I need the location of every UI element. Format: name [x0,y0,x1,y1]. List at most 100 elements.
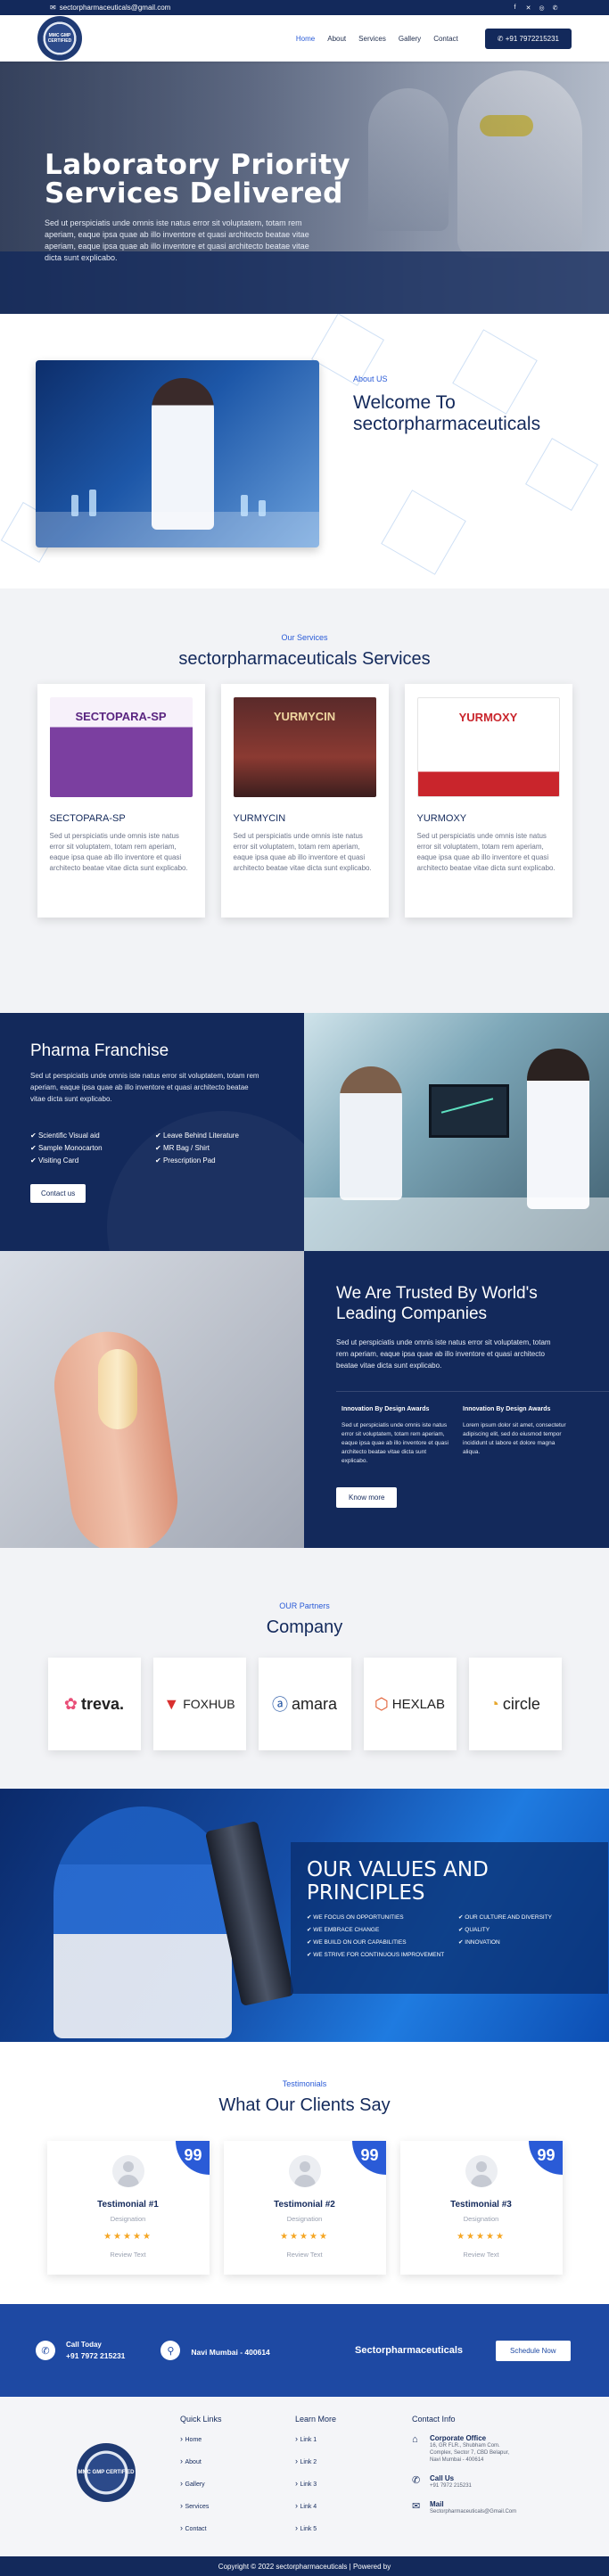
whatsapp-icon[interactable]: ✆ [551,4,559,12]
schedule-now-button[interactable]: Schedule Now [496,2340,571,2361]
value-item: OUR CULTURE AND DIVERSITY [458,1913,592,1921]
copyright-bar: Copyright © 2022 sectorpharmaceuticals |… [0,2556,609,2576]
footer-link-5[interactable]: Link 5 [295,2523,336,2532]
topbar: ✉ sectorpharmaceuticals@gmail.com f ✕ ◎ … [0,0,609,15]
footer-call-title: Call Us [430,2474,455,2482]
site-logo[interactable]: MMC GMP CERTIFIED [37,16,82,61]
value-item: WE BUILD ON OUR CAPABILITIES [307,1938,458,1946]
footer-link-3[interactable]: Link 3 [295,2479,336,2488]
award-title: Innovation By Design Awards [463,1406,551,1412]
home-icon: ⌂ [412,2434,418,2445]
values-panel: OUR VALUES AND PRINCIPLES WE FOCUS ON OP… [291,1842,608,1994]
trusted-text: Sed ut perspiciatis unde omnis iste natu… [336,1338,551,1370]
partner-logo-circle[interactable]: ◔ circle [468,1658,562,1750]
nav-services[interactable]: Services [358,35,386,43]
service-image: SECTOPARA-SP [49,697,193,797]
nav-contact[interactable]: Contact [433,35,458,43]
footer-link-home[interactable]: Home [180,2434,222,2443]
footer-quick-links-title: Quick Links [180,2415,222,2424]
partners-label: OUR Partners [279,1601,330,1610]
service-title: SECTOPARA-SP [49,813,126,824]
hero-title-line1: Laboratory Priority [45,149,351,181]
service-card[interactable]: YURMYCIN YURMYCIN Sed ut perspiciatis un… [220,684,389,918]
footer-call-text: +91 7972 215231 [430,2483,472,2489]
footer-mail[interactable]: ✉ Mail Sectorpharmaceuticals@Gmail.Com [412,2500,519,2515]
franchise-content: Pharma Franchise Sed ut perspiciatis und… [0,1013,304,1251]
topbar-email[interactable]: ✉ sectorpharmaceuticals@gmail.com [50,4,170,12]
nav-about[interactable]: About [327,35,346,43]
footer-logo[interactable]: MMC GMP CERTIFIED [77,2443,136,2502]
testimonial-card: 99 Testimonial #2 Designation ★★★★★ Revi… [223,2141,386,2275]
footer-link-4[interactable]: Link 4 [295,2501,336,2510]
service-image-brand: SECTOPARA-SP [75,710,167,723]
franchise-title: Pharma Franchise [30,1041,169,1060]
service-card[interactable]: YURMOXY YURMOXY Sed ut perspiciatis unde… [404,684,572,918]
partner-logo-amara[interactable]: ⓐ amara [258,1658,351,1750]
hexagon-icon: ⬡ [374,1694,389,1713]
footer-office-text: 16, GR FLR., Shubham Com. Complex, Secto… [430,2443,510,2463]
flask-icon [259,500,266,516]
footer-link-contact[interactable]: Contact [180,2523,222,2532]
footer-link-services[interactable]: Services [180,2501,222,2510]
testimonials-label: Testimonials [282,2079,327,2088]
partner-logo-hexlab[interactable]: ⬡ HEXLAB [363,1658,457,1750]
quote-icon: 99 [175,2141,210,2175]
partners-title: Company [266,1617,343,1637]
footer-link-about[interactable]: About [180,2457,222,2465]
franchise-image-desk [304,1197,609,1251]
franchise-image-scientist [340,1066,402,1200]
testimonial-card: 99 Testimonial #1 Designation ★★★★★ Revi… [46,2141,210,2275]
cta-bar: ✆ Call Today +91 7972 215231 ⚲ Navi Mumb… [0,2304,609,2397]
topbar-email-text: sectorpharmaceuticals@gmail.com [59,4,171,12]
partner-logo-treva[interactable]: ✿ treva. [47,1658,141,1750]
site-footer: MMC GMP CERTIFIED Quick Links Home About… [0,2397,609,2556]
flask-icon [241,495,248,516]
franchise-section: Pharma Franchise Sed ut perspiciatis und… [0,1013,609,1251]
partner-list: ✿ treva. ▼ FOXHUB ⓐ amara ⬡ HEXLAB ◔ cir… [0,1658,609,1750]
footer-link-2[interactable]: Link 2 [295,2457,336,2465]
instagram-icon[interactable]: ◎ [538,4,546,12]
phone-icon: ✆ [497,34,506,43]
testimonial-card: 99 Testimonial #3 Designation ★★★★★ Revi… [399,2141,563,2275]
partner-name: FOXHUB [183,1697,235,1711]
star-rating-icon: ★★★★★ [103,2232,152,2242]
footer-call[interactable]: ✆ Call Us +91 7972 215231 [412,2474,519,2490]
values-title: OUR VALUES AND PRINCIPLES [307,1858,608,1905]
testimonial-review: Review Text [110,2251,146,2259]
know-more-button[interactable]: Know more [336,1487,398,1508]
site-header: MMC GMP CERTIFIED Home About Services Ga… [0,15,609,62]
facebook-icon[interactable]: f [511,4,519,12]
social-links: f ✕ ◎ ✆ [511,4,559,12]
copyright-text: Copyright © 2022 sectorpharmaceuticals |… [218,2562,391,2571]
partners-section: OUR Partners Company ✿ treva. ▼ FOXHUB ⓐ… [0,1548,609,1789]
franchise-feature: Scientific Visual aid [30,1132,155,1140]
services-list: SECTOPARA-SP SECTOPARA-SP Sed ut perspic… [0,684,609,918]
nav-gallery[interactable]: Gallery [399,35,421,43]
partner-logo-foxhub[interactable]: ▼ FOXHUB [152,1658,246,1750]
twitter-icon[interactable]: ✕ [524,4,532,12]
services-section: Our Services sectorpharmaceuticals Servi… [0,588,609,1013]
testimonial-designation: Designation [463,2215,499,2223]
phone-button-label: +91 7972215231 [505,34,559,43]
footer-link-1[interactable]: Link 1 [295,2434,336,2443]
partner-name: circle [502,1694,540,1713]
testimonial-designation: Designation [110,2215,146,2223]
nav-home[interactable]: Home [296,35,315,43]
contact-us-button[interactable]: Contact us [30,1184,86,1203]
circle-icon: ◔ [490,1694,499,1713]
footer-mail-text: Sectorpharmaceuticals@Gmail.Com [430,2509,517,2514]
phone-button[interactable]: ✆ +91 7972215231 [484,28,572,49]
quote-icon: 99 [528,2141,563,2175]
award-text: Sed ut perspiciatis unde omnis iste natu… [342,1422,449,1464]
about-title-line2: sectorpharmaceuticals [353,414,541,434]
footer-link-gallery[interactable]: Gallery [180,2479,222,2488]
value-item: INNOVATION [458,1938,592,1946]
flask-icon [71,495,78,516]
cta-location: ⚲ Navi Mumbai - 400614 [160,2341,270,2360]
value-item: WE STRIVE FOR CONTINUOUS IMPROVEMENT [307,1951,458,1958]
cta-call[interactable]: ✆ Call Today +91 7972 215231 [36,2341,125,2360]
service-card[interactable]: SECTOPARA-SP SECTOPARA-SP Sed ut perspic… [37,684,205,918]
testimonial-designation: Designation [286,2215,323,2223]
avatar [465,2155,498,2187]
treva-icon: ✿ [63,1694,78,1713]
